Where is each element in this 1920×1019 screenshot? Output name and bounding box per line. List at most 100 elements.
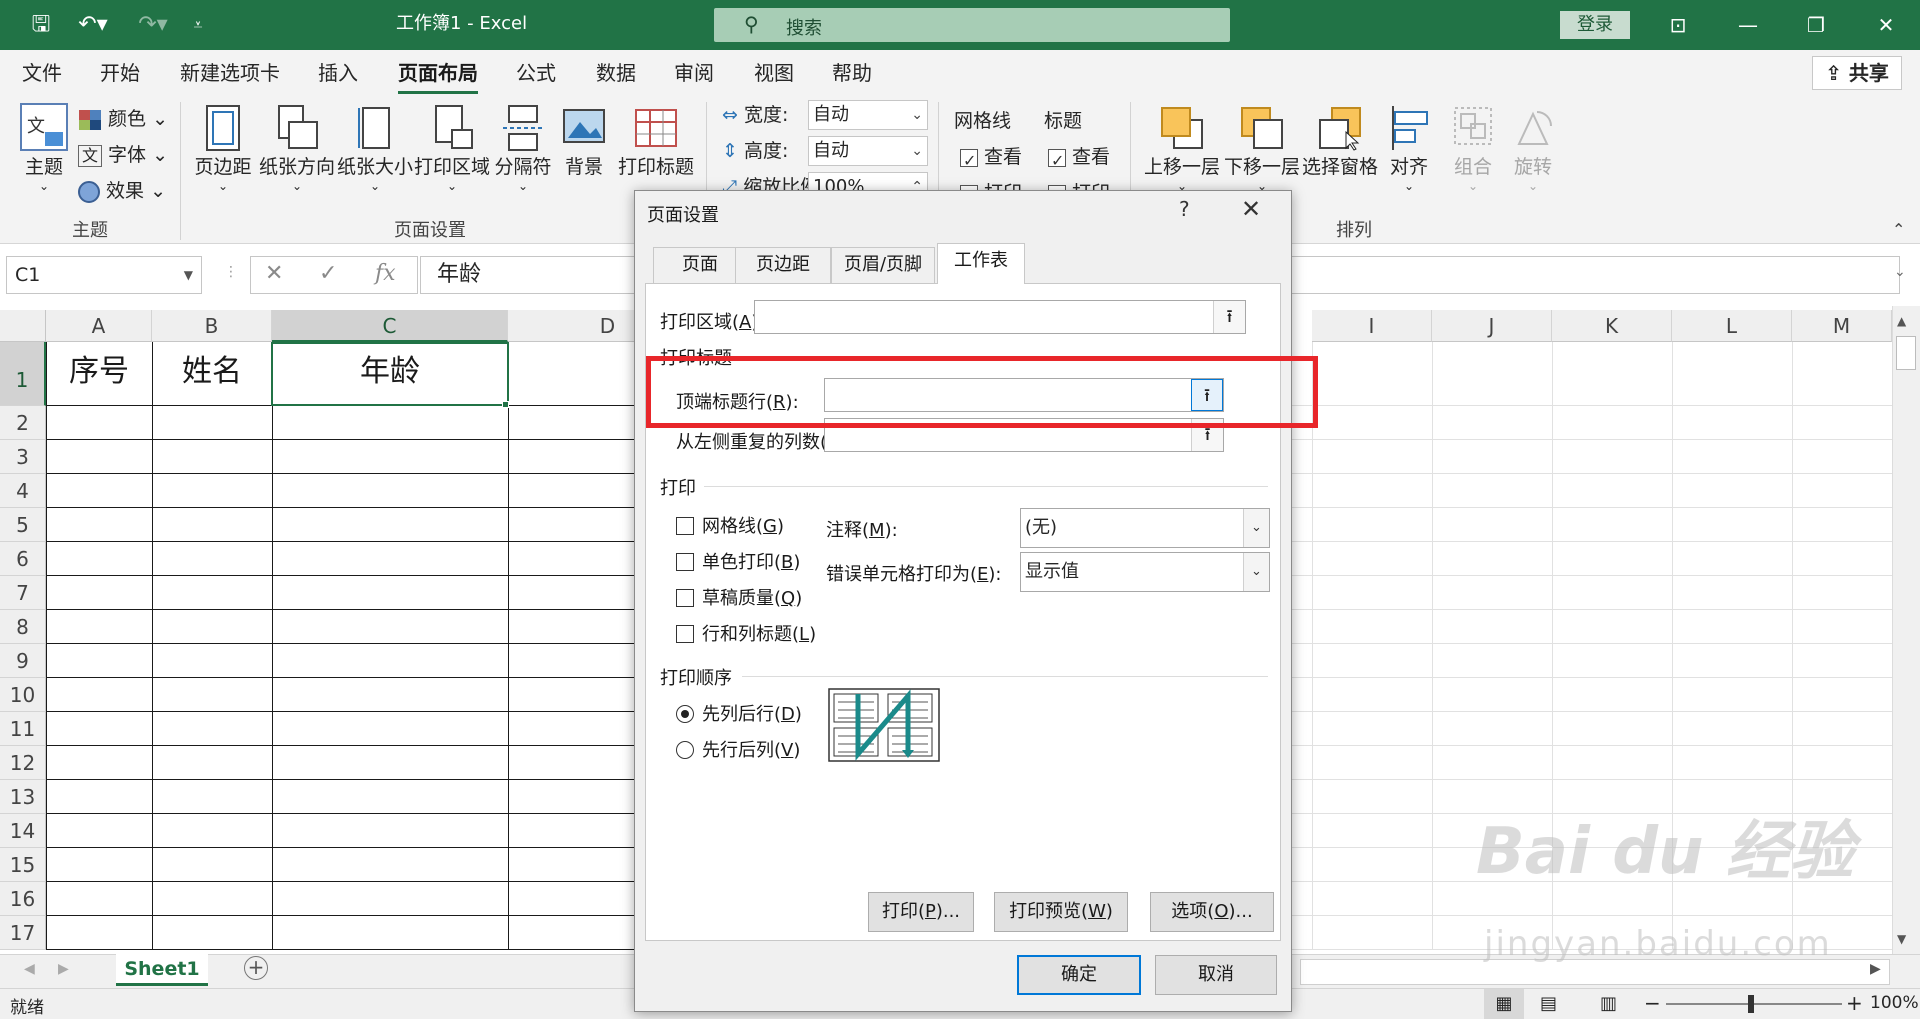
close-window-icon[interactable]: ✕ — [1866, 8, 1906, 42]
add-sheet-icon[interactable]: + — [244, 956, 268, 980]
fill-handle[interactable] — [502, 401, 509, 408]
insert-function-icon[interactable]: fx — [375, 261, 396, 286]
bring-forward-button[interactable]: 上移一层 ⌄ — [1144, 104, 1220, 193]
down-then-over-option[interactable]: 先列后行(D) — [676, 700, 802, 726]
close-icon[interactable]: ✕ — [1241, 195, 1261, 223]
headings-view-option[interactable]: 查看 — [1048, 142, 1110, 176]
confirm-entry-icon[interactable]: ✓ — [319, 261, 337, 286]
width-select[interactable]: 自动 ⌄ — [808, 100, 928, 130]
row-header-11[interactable]: 11 — [0, 712, 46, 746]
send-backward-button[interactable]: 下移一层 ⌄ — [1224, 104, 1300, 193]
black-white-option[interactable]: 单色打印(B) — [676, 548, 800, 574]
cell-b1[interactable]: 姓名 — [152, 352, 272, 392]
rotate-button[interactable]: 旋转 ⌄ — [1508, 104, 1558, 193]
zoom-in-icon[interactable]: + — [1846, 991, 1863, 1015]
group-button[interactable]: 组合 ⌄ — [1448, 104, 1498, 193]
zoom-slider[interactable] — [1666, 1003, 1842, 1005]
prev-sheet-icon[interactable]: ◀ — [24, 961, 35, 977]
row-header-4[interactable]: 4 — [0, 474, 46, 508]
tab-header-footer[interactable]: 页眉/页脚 — [831, 247, 935, 283]
scroll-right-icon[interactable]: ▶ — [1870, 961, 1881, 977]
restore-icon[interactable]: ❐ — [1796, 8, 1836, 42]
scroll-thumb[interactable] — [1896, 336, 1916, 370]
search-box[interactable]: ⚲ 搜索 — [714, 8, 1230, 42]
over-then-down-option[interactable]: 先行后列(V) — [676, 736, 800, 762]
print-area-button[interactable]: 打印区域 ⌄ — [412, 104, 492, 193]
fonts-button[interactable]: 文 字体 ⌄ — [78, 140, 168, 170]
tab-page[interactable]: 页面 — [653, 247, 747, 283]
down-then-over-radio[interactable] — [676, 705, 694, 723]
collapse-dialog-icon[interactable]: ⭱ — [1213, 301, 1245, 333]
themes-button[interactable]: 文 主题 ⌄ — [14, 102, 74, 193]
row-header-16[interactable]: 16 — [0, 882, 46, 916]
tab-sheet[interactable]: 工作表 — [937, 243, 1025, 284]
headings-view-checkbox[interactable] — [1048, 146, 1066, 176]
column-header-j[interactable]: J — [1432, 310, 1552, 342]
background-button[interactable]: 背景 — [558, 104, 610, 179]
print-preview-button[interactable]: 打印预览(W) — [994, 892, 1128, 932]
minimize-icon[interactable]: — — [1728, 8, 1768, 42]
row-col-headings-checkbox[interactable] — [676, 625, 694, 643]
vertical-scrollbar[interactable]: ▲ ▼ — [1892, 306, 1920, 954]
tab-margins[interactable]: 页边距 — [735, 247, 831, 283]
row-header-8[interactable]: 8 — [0, 610, 46, 644]
row-header-9[interactable]: 9 — [0, 644, 46, 678]
redo-icon[interactable]: ↷▾ — [130, 10, 176, 40]
comments-select[interactable]: (无) ⌄ — [1020, 508, 1270, 548]
zoom-level[interactable]: 100% — [1870, 993, 1919, 1013]
selection-pane-button[interactable]: 选择窗格 — [1302, 104, 1378, 179]
tab-file[interactable]: 文件 — [22, 58, 62, 88]
effects-button[interactable]: 效果 ⌄ — [78, 176, 166, 206]
column-header-a[interactable]: A — [46, 310, 152, 342]
column-header-i[interactable]: I — [1312, 310, 1432, 342]
column-header-m[interactable]: M — [1792, 310, 1892, 342]
row-header-13[interactable]: 13 — [0, 780, 46, 814]
row-header-2[interactable]: 2 — [0, 406, 46, 440]
save-icon[interactable]: 🖫 — [24, 10, 58, 40]
draft-quality-option[interactable]: 草稿质量(Q) — [676, 584, 802, 610]
row-header-3[interactable]: 3 — [0, 440, 46, 474]
scroll-up-icon[interactable]: ▲ — [1897, 314, 1906, 328]
height-select[interactable]: 自动 ⌄ — [808, 136, 928, 166]
gridlines-view-option[interactable]: 查看 — [960, 142, 1022, 176]
tab-new[interactable]: 新建选项卡 — [180, 58, 280, 88]
margins-button[interactable]: 页边距 ⌄ — [192, 104, 254, 193]
undo-icon[interactable]: ↶▾ — [70, 10, 116, 40]
column-header-l[interactable]: L — [1672, 310, 1792, 342]
name-box[interactable]: C1 ▼ — [6, 256, 202, 294]
cell-errors-select[interactable]: 显示值 ⌄ — [1020, 552, 1270, 592]
print-area-input[interactable]: ⭱ — [754, 300, 1246, 334]
login-button[interactable]: 登录 — [1560, 11, 1630, 39]
row-header-14[interactable]: 14 — [0, 814, 46, 848]
tab-formulas[interactable]: 公式 — [516, 58, 556, 88]
row-header-1[interactable]: 1 — [0, 342, 46, 406]
tab-data[interactable]: 数据 — [596, 58, 636, 88]
expand-formula-icon[interactable]: ⌄ — [1894, 264, 1906, 280]
zoom-slider-thumb[interactable] — [1748, 995, 1754, 1013]
collapse-ribbon-icon[interactable]: ⌃ — [1892, 220, 1905, 239]
over-then-down-radio[interactable] — [676, 741, 694, 759]
cols-to-repeat-input[interactable]: ⭱ — [824, 418, 1224, 452]
ok-button[interactable]: 确定 — [1017, 955, 1141, 995]
cancel-button[interactable]: 取消 — [1155, 955, 1277, 995]
help-icon[interactable]: ? — [1179, 197, 1190, 221]
options-button[interactable]: 选项(O)... — [1150, 892, 1274, 932]
sheet-tab-sheet1[interactable]: Sheet1 — [116, 954, 208, 986]
print-button[interactable]: 打印(P)... — [868, 892, 974, 932]
row-header-15[interactable]: 15 — [0, 848, 46, 882]
cell-a1[interactable]: 序号 — [46, 352, 152, 392]
tab-view[interactable]: 视图 — [754, 58, 794, 88]
cancel-entry-icon[interactable]: ✕ — [265, 261, 283, 286]
row-header-5[interactable]: 5 — [0, 508, 46, 542]
collapse-dialog-icon[interactable]: ⭱ — [1191, 419, 1223, 451]
gridlines-checkbox[interactable] — [676, 517, 694, 535]
zoom-out-icon[interactable]: − — [1644, 991, 1661, 1015]
column-header-k[interactable]: K — [1552, 310, 1672, 342]
tab-page-layout[interactable]: 页面布局 — [398, 58, 478, 94]
breaks-button[interactable]: 分隔符 ⌄ — [492, 104, 554, 193]
row-header-17[interactable]: 17 — [0, 916, 46, 950]
row-header-10[interactable]: 10 — [0, 678, 46, 712]
tab-review[interactable]: 审阅 — [674, 58, 714, 88]
tab-help[interactable]: 帮助 — [832, 58, 872, 88]
customize-qat-icon[interactable]: ⩡ — [186, 10, 210, 40]
